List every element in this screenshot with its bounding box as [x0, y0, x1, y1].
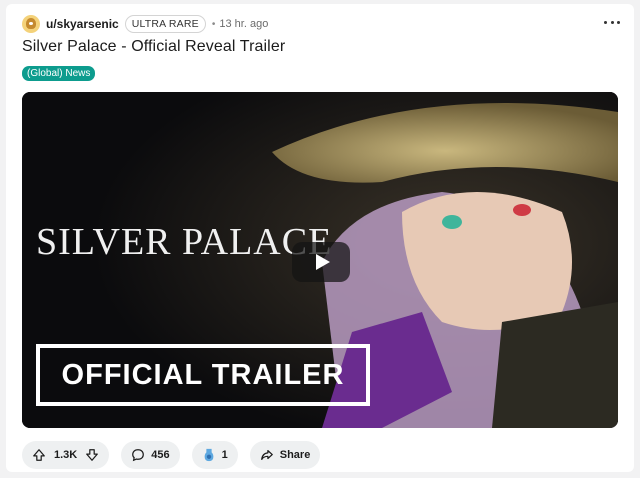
comment-count: 456: [151, 449, 170, 461]
award-count: 1: [221, 449, 228, 461]
upvote-icon[interactable]: [32, 448, 46, 462]
award-icon: [204, 448, 213, 462]
action-bar: 1.3K 456 1 Share: [22, 440, 321, 470]
award-button[interactable]: 1: [191, 441, 238, 469]
trailer-text: OFFICIAL TRAILER: [61, 358, 345, 391]
downvote-icon[interactable]: [85, 448, 99, 462]
share-button[interactable]: Share: [249, 441, 321, 469]
game-logo-text: SILVER PALACE: [36, 221, 333, 263]
comment-icon: [132, 449, 145, 462]
separator-dot: •: [211, 18, 216, 30]
post-title[interactable]: Silver Palace - Official Reveal Trailer: [22, 38, 285, 56]
comments-button[interactable]: 456: [121, 441, 180, 469]
vote-control: 1.3K: [22, 441, 110, 469]
post-header: u/skyarsenic ULTRA RARE • 13 hr. ago: [22, 12, 268, 36]
post-flair-tag[interactable]: (Global) News: [22, 66, 96, 81]
post-card[interactable]: u/skyarsenic ULTRA RARE • 13 hr. ago Sil…: [6, 4, 634, 472]
user-flair: ULTRA RARE: [124, 15, 206, 33]
avatar[interactable]: [22, 15, 40, 33]
share-label: Share: [279, 449, 311, 461]
username[interactable]: u/skyarsenic: [46, 17, 119, 31]
vote-count: 1.3K: [54, 449, 78, 461]
trailer-banner: OFFICIAL TRAILER: [36, 344, 370, 406]
play-icon[interactable]: [292, 242, 350, 282]
share-icon: [260, 450, 273, 460]
post-time: 13 hr. ago: [219, 18, 269, 30]
more-icon[interactable]: [604, 14, 620, 30]
video-player[interactable]: SILVER PALACE OFFICIAL TRAILER: [22, 92, 618, 428]
